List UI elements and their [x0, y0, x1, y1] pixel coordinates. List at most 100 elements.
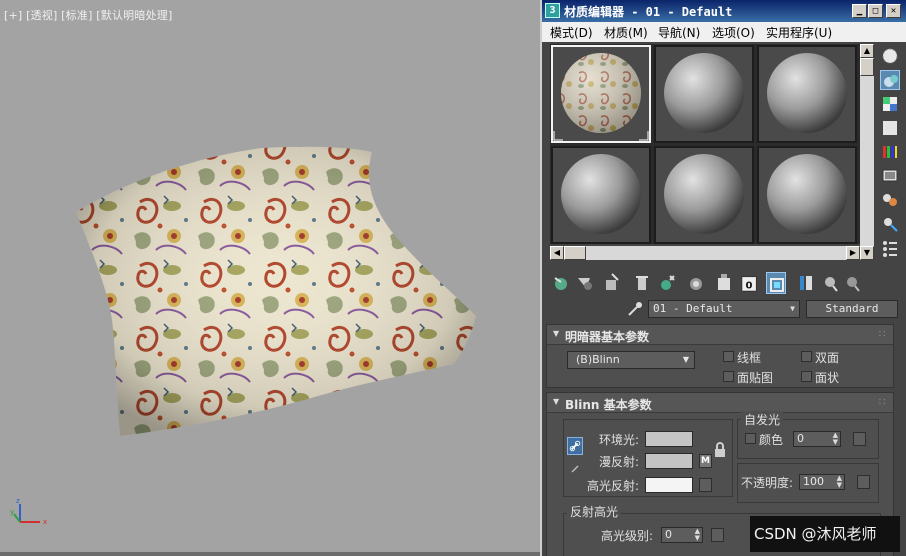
material-name-field[interactable]: 01 - Default ▼ — [648, 300, 800, 318]
specular-level-spinner[interactable]: 0 ▲ ▼ — [661, 527, 703, 543]
collapse-arrow-icon[interactable]: ▼ — [553, 397, 559, 406]
ambient-color-swatch[interactable] — [645, 431, 693, 447]
default-material-sphere — [759, 148, 855, 242]
material-id-channel-icon[interactable] — [714, 272, 734, 294]
sample-slot[interactable] — [757, 45, 857, 143]
get-material-icon[interactable] — [552, 272, 572, 294]
viewport-bottom-edge — [0, 552, 540, 556]
svg-text:z: z — [16, 497, 20, 505]
scroll-right-button[interactable]: ▶ — [846, 246, 860, 260]
sample-type-icon[interactable] — [880, 46, 900, 66]
faceted-label: 面状 — [815, 371, 840, 385]
default-material-sphere — [759, 47, 855, 141]
specular-level-value: 0 — [665, 528, 672, 541]
eyedropper-icon[interactable] — [626, 300, 644, 318]
ambient-diffuse-lock-button[interactable] — [567, 437, 583, 455]
shader-type-value: (B)Blinn — [576, 353, 620, 366]
show-end-result-icon[interactable] — [796, 272, 816, 294]
title-bar[interactable]: 3 材质编辑器 - 01 - Default ▁ □ ✕ — [542, 0, 906, 22]
sample-slot[interactable] — [551, 146, 651, 244]
background-checker-icon[interactable] — [880, 94, 900, 114]
scroll-left-button[interactable]: ◀ — [550, 246, 564, 260]
blinn-rollout-header[interactable]: ▼ Blinn 基本参数 :: — [547, 393, 893, 413]
link-icon[interactable] — [569, 463, 581, 475]
sample-slot[interactable] — [654, 45, 754, 143]
material-editor-window: 3 材质编辑器 - 01 - Default ▁ □ ✕ 模式(D) 材质(M)… — [540, 0, 906, 556]
h-scroll-thumb[interactable] — [564, 246, 586, 260]
spinner-arrows-icon[interactable]: ▲ ▼ — [695, 528, 700, 542]
lock-icon[interactable] — [713, 441, 727, 459]
rollout-grip-icon: :: — [878, 328, 887, 339]
specular-color-swatch[interactable] — [645, 477, 693, 493]
default-material-sphere — [553, 148, 649, 242]
minimize-button[interactable]: ▁ — [852, 4, 867, 18]
watermark: CSDN @沐风老师 — [750, 516, 900, 552]
go-to-parent-icon[interactable] — [820, 272, 840, 294]
put-to-scene-icon[interactable] — [574, 272, 594, 294]
menu-options[interactable]: 选项(O) — [712, 24, 755, 41]
shader-rollout-title: 明暗器基本参数 — [565, 330, 650, 344]
put-to-library-icon[interactable] — [686, 272, 706, 294]
material-type-button[interactable]: Standard — [806, 300, 898, 318]
blinn-rollout-title: Blinn 基本参数 — [565, 398, 652, 412]
sample-uv-tiling-icon[interactable] — [880, 118, 900, 138]
diffuse-color-swatch[interactable] — [645, 453, 693, 469]
horizontal-scrollbar[interactable]: ◀ ▶ — [550, 246, 860, 260]
menu-mode[interactable]: 模式(D) — [550, 24, 593, 41]
shader-rollout-header[interactable]: ▼ 明暗器基本参数 :: — [547, 325, 893, 345]
backlight-icon[interactable] — [880, 70, 900, 90]
svg-text:0: 0 — [745, 280, 752, 291]
specular-level-map-button[interactable] — [711, 528, 724, 542]
two-sided-checkbox[interactable] — [801, 351, 812, 362]
default-material-sphere — [656, 47, 752, 141]
video-color-check-icon[interactable] — [880, 142, 900, 162]
material-map-navigator-icon[interactable] — [880, 238, 900, 258]
menu-material[interactable]: 材质(M) — [604, 24, 648, 41]
self-illum-color-checkbox[interactable] — [745, 433, 756, 444]
self-illum-color-label: 颜色 — [759, 433, 784, 447]
scroll-up-button[interactable]: ▲ — [860, 44, 874, 58]
opacity-spinner[interactable]: 100 ▲ ▼ — [799, 474, 845, 490]
make-preview-icon[interactable] — [880, 166, 900, 186]
menu-utilities[interactable]: 实用程序(U) — [766, 24, 832, 41]
go-forward-sibling-icon[interactable] — [842, 272, 862, 294]
scroll-down-button[interactable]: ▼ — [860, 246, 874, 260]
faceted-checkbox[interactable] — [801, 371, 812, 382]
collapse-arrow-icon[interactable]: ▼ — [553, 329, 559, 338]
make-unique-icon[interactable] — [658, 272, 678, 294]
material-name-row: 01 - Default ▼ Standard — [550, 298, 900, 320]
opacity-map-button[interactable] — [857, 475, 870, 489]
wire-checkbox[interactable] — [723, 351, 734, 362]
sample-slot[interactable] — [757, 146, 857, 244]
chevron-down-icon[interactable]: ▼ — [790, 301, 795, 317]
face-map-checkbox[interactable] — [723, 371, 734, 382]
show-map-in-viewport-icon[interactable] — [766, 272, 786, 294]
specular-level-label: 高光级别: — [600, 529, 653, 543]
opacity-value: 100 — [803, 475, 824, 488]
rollout-grip-icon: :: — [878, 396, 887, 407]
vertical-scrollbar[interactable]: ▲ ▼ — [860, 44, 874, 260]
scroll-thumb[interactable] — [860, 58, 874, 76]
assign-to-selection-icon[interactable] — [602, 272, 622, 294]
menu-navigation[interactable]: 导航(N) — [658, 24, 700, 41]
self-illumination-label: 自发光 — [741, 411, 784, 428]
specular-map-button[interactable] — [699, 478, 712, 492]
specular-highlights-label: 反射高光 — [567, 503, 622, 520]
shader-type-dropdown[interactable]: (B)Blinn ▼ — [567, 351, 695, 369]
spinner-arrows-icon[interactable]: ▲ ▼ — [833, 432, 838, 446]
options-icon[interactable] — [880, 190, 900, 210]
maximize-button[interactable]: □ — [868, 4, 883, 18]
self-illum-map-button[interactable] — [853, 432, 866, 446]
close-button[interactable]: ✕ — [886, 4, 901, 18]
perspective-viewport[interactable]: [+] [透视] [标准] [默认明暗处理] z x y — [0, 0, 540, 556]
spinner-arrows-icon[interactable]: ▲ ▼ — [837, 475, 842, 489]
self-illum-spinner[interactable]: 0 ▲ ▼ — [793, 431, 841, 447]
select-by-material-icon[interactable] — [880, 214, 900, 234]
axis-gizmo-icon: z x y — [10, 497, 47, 526]
material-name-value: 01 - Default — [653, 302, 733, 315]
delete-icon[interactable] — [632, 272, 652, 294]
sample-slot[interactable] — [551, 45, 651, 143]
sample-slot[interactable] — [654, 146, 754, 244]
material-id-button[interactable]: 0 — [740, 272, 762, 294]
diffuse-map-button[interactable]: M — [699, 454, 712, 468]
